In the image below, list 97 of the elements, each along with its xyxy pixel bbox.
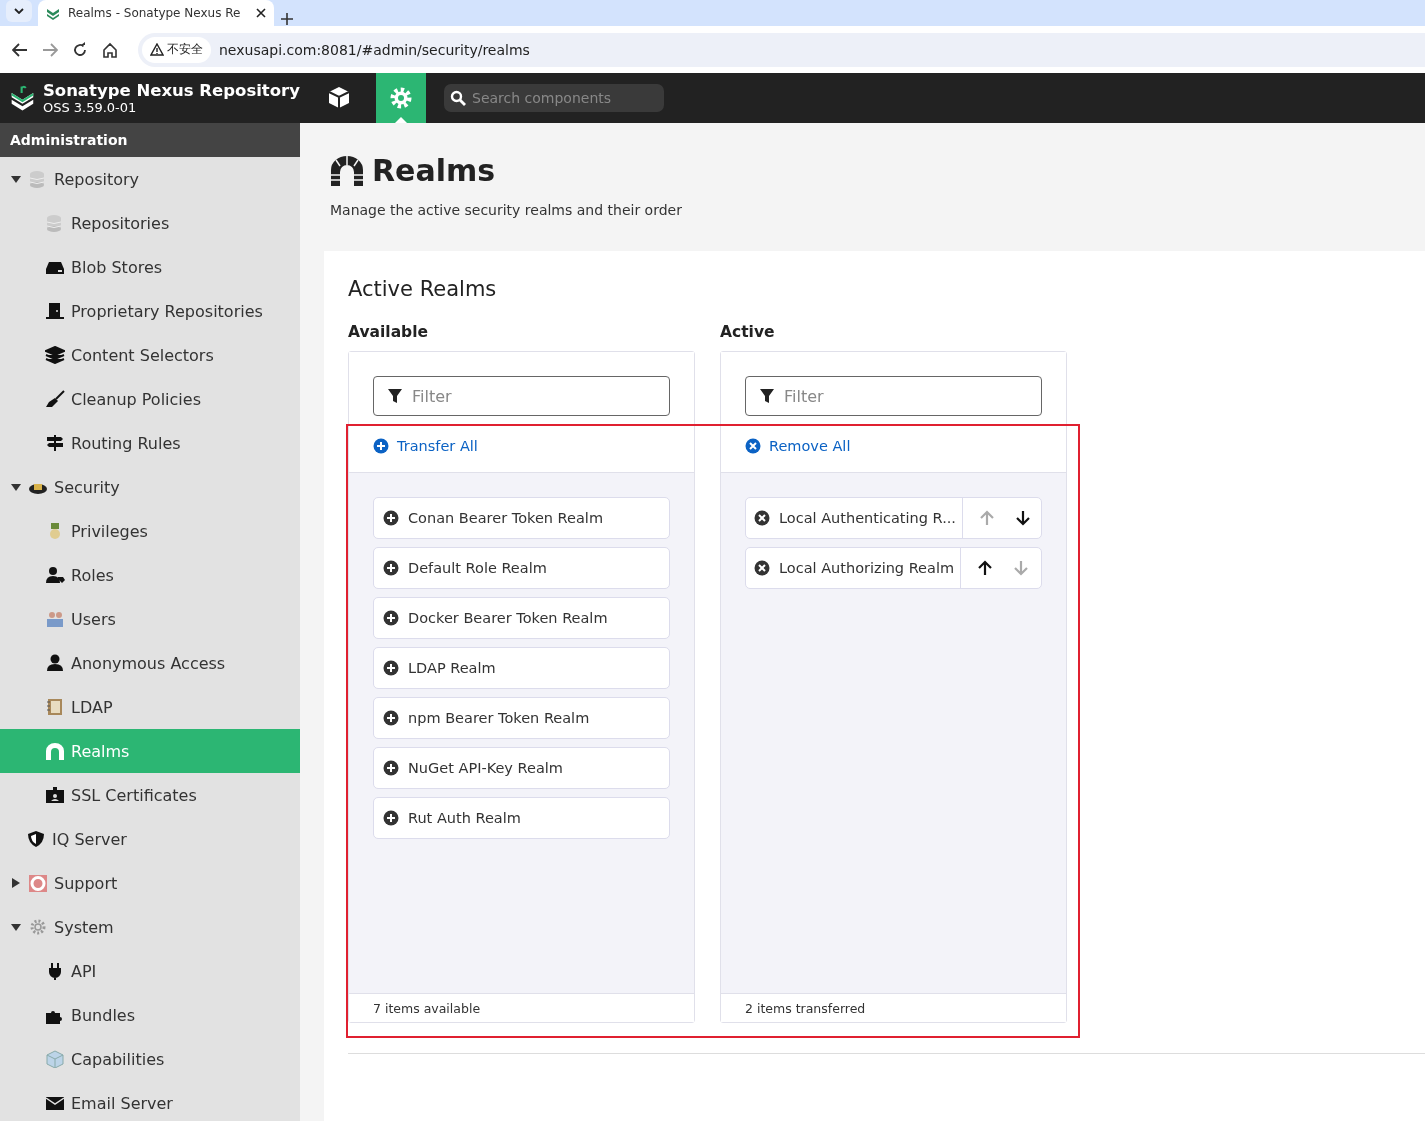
column-heading: Available [348, 323, 429, 341]
sidebar-item[interactable]: Bundles [0, 993, 300, 1037]
chevron-down-icon [14, 8, 24, 14]
filter-icon [759, 388, 775, 404]
sidebar-item[interactable]: Email Server [0, 1081, 300, 1121]
sidebar-item[interactable]: Routing Rules [0, 421, 300, 465]
user-icon [45, 654, 65, 672]
signpost-icon [45, 434, 65, 452]
sidebar-item[interactable]: Repositories [0, 201, 300, 245]
plus-circle-icon [383, 560, 399, 576]
arch-icon [45, 742, 65, 760]
id-card-icon [45, 786, 65, 804]
item-count: 2 items transferred [721, 993, 1066, 1022]
sidebar-item[interactable]: Blob Stores [0, 245, 300, 289]
sidebar-item[interactable]: Roles [0, 553, 300, 597]
arrow-down-icon [1013, 560, 1030, 576]
reload-icon[interactable] [72, 41, 88, 58]
search-icon [450, 90, 466, 106]
x-circle-icon [754, 510, 770, 526]
item-count: 7 items available [349, 993, 694, 1022]
tab-title: Realms - Sonatype Nexus Re [68, 6, 242, 20]
transfer-all-button[interactable]: Transfer All [373, 438, 478, 454]
back-icon[interactable] [12, 42, 28, 57]
realm-item[interactable]: Local Authenticating R... [746, 498, 963, 538]
warning-icon [150, 43, 164, 56]
forward-icon[interactable] [42, 42, 58, 57]
box-icon [45, 1050, 65, 1068]
security-label: 不安全 [167, 41, 203, 58]
home-icon[interactable] [102, 41, 118, 58]
plus-circle-icon [383, 810, 399, 826]
sidebar-item[interactable]: Cleanup Policies [0, 377, 300, 421]
sidebar-item[interactable]: Security [0, 465, 300, 509]
sidebar-item[interactable]: Users [0, 597, 300, 641]
door-icon [45, 302, 65, 320]
admin-mode-button[interactable] [376, 73, 426, 123]
realm-item[interactable]: Rut Auth Realm [373, 797, 670, 839]
address-book-icon [45, 698, 65, 716]
realm-item[interactable]: Docker Bearer Token Realm [373, 597, 670, 639]
sidebar-item[interactable]: Anonymous Access [0, 641, 300, 685]
product-name: Sonatype Nexus Repository [42, 81, 300, 100]
sidebar-item[interactable]: Privileges [0, 509, 300, 553]
url-text[interactable]: nexusapi.com:8081/#admin/security/realms [219, 41, 530, 58]
browser-tab[interactable]: Realms - Sonatype Nexus Re [38, 0, 274, 26]
sidebar-item[interactable]: System [0, 905, 300, 949]
sidebar-item[interactable]: Repository [0, 157, 300, 201]
broom-icon [45, 390, 65, 408]
column-heading: Active [720, 323, 776, 341]
search-field[interactable]: Search components [444, 84, 664, 112]
x-circle-icon [745, 438, 761, 454]
realm-item[interactable]: Local Authorizing Realm [746, 548, 962, 588]
sidebar-item[interactable]: LDAP [0, 685, 300, 729]
envelope-icon [45, 1094, 65, 1112]
close-icon[interactable] [256, 8, 266, 18]
sidebar-item[interactable]: Capabilities [0, 1037, 300, 1081]
users-icon [45, 610, 65, 628]
sidebar-item[interactable]: Proprietary Repositories [0, 289, 300, 333]
arrow-down-icon [1014, 510, 1031, 526]
cube-icon [326, 85, 352, 111]
realm-item[interactable]: npm Bearer Token Realm [373, 697, 670, 739]
filter-icon [387, 388, 403, 404]
gear-icon [28, 918, 48, 936]
plus-circle-icon [373, 438, 389, 454]
section-title: Active Realms [348, 277, 498, 301]
product-version: OSS 3.59.0-01 [42, 99, 138, 115]
sidebar-item[interactable]: Content Selectors [0, 333, 300, 377]
sidebar-item[interactable]: IQ Server [0, 817, 300, 861]
page-description: Manage the active security realms and their order [330, 202, 683, 218]
plus-circle-icon [383, 710, 399, 726]
filter-field[interactable]: Filter [745, 376, 1042, 416]
page-title: Realms [372, 153, 496, 188]
arch-icon [330, 154, 364, 187]
layers-icon [45, 346, 65, 364]
plus-circle-icon [383, 760, 399, 776]
x-circle-icon [754, 560, 770, 576]
realm-item[interactable]: Conan Bearer Token Realm [373, 497, 670, 539]
remove-all-button[interactable]: Remove All [745, 438, 851, 454]
plus-circle-icon [383, 660, 399, 676]
plus-circle-icon [383, 610, 399, 626]
sidebar-title: Administration [0, 123, 300, 157]
sidebar-item[interactable]: Support [0, 861, 300, 905]
realm-item[interactable]: Default Role Realm [373, 547, 670, 589]
settings-icon [388, 85, 414, 111]
arrow-up-icon [977, 560, 994, 576]
plus-circle-icon [383, 510, 399, 526]
realm-item[interactable]: LDAP Realm [373, 647, 670, 689]
filter-field[interactable]: Filter [373, 376, 670, 416]
shield-icon [26, 830, 46, 848]
realm-item[interactable]: NuGet API-Key Realm [373, 747, 670, 789]
sidebar-item[interactable]: API [0, 949, 300, 993]
plus-icon[interactable] [280, 12, 294, 26]
sidebar-item[interactable]: SSL Certificates [0, 773, 300, 817]
security-chip[interactable]: 不安全 [142, 36, 211, 63]
lifebuoy-icon [28, 874, 48, 892]
logo-icon [46, 6, 60, 20]
user-tag-icon [45, 566, 65, 584]
arrow-up-icon [978, 510, 995, 526]
tab-list-button[interactable] [6, 0, 32, 22]
